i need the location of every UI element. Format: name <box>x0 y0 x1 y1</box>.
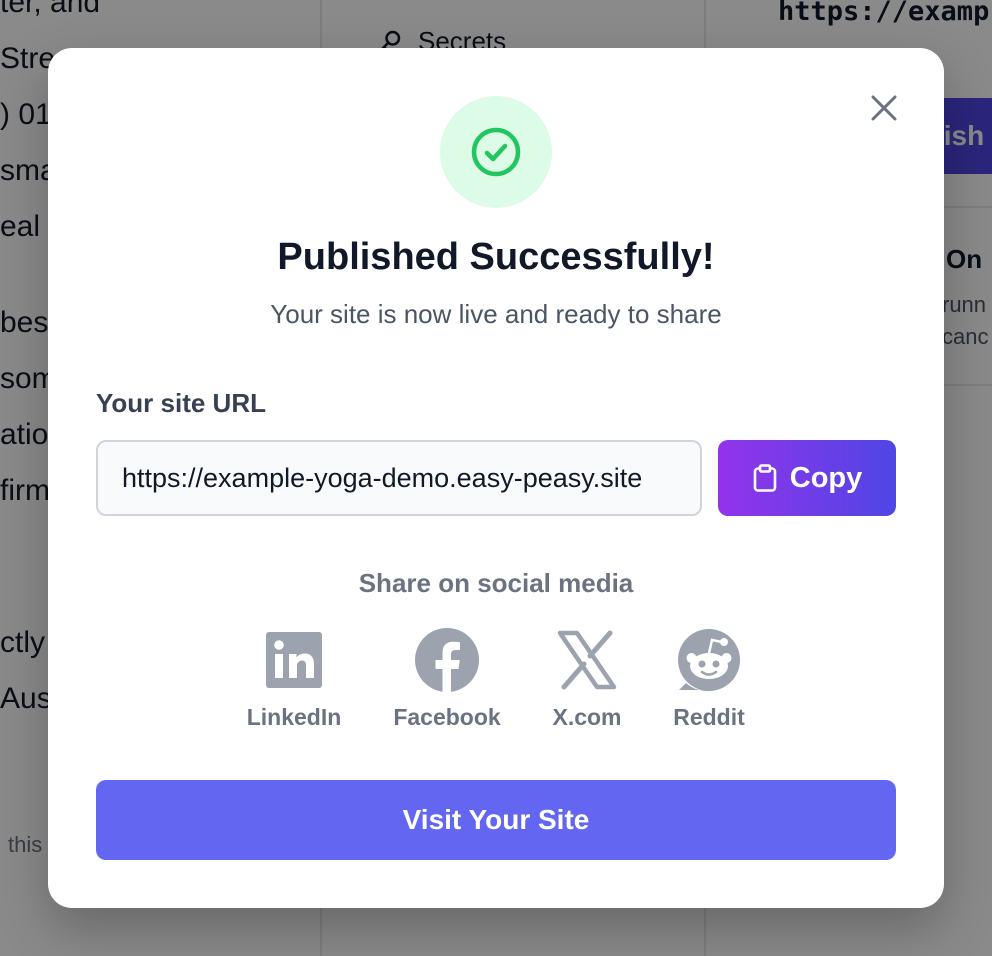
check-circle-icon <box>471 127 521 177</box>
copy-label: Copy <box>789 461 863 494</box>
copy-button[interactable]: Copy <box>718 440 896 516</box>
share-reddit-label: Reddit <box>673 704 745 730</box>
x-icon <box>555 628 619 692</box>
reddit-icon <box>677 628 741 692</box>
share-linkedin-button[interactable]: LinkedIn <box>246 628 342 731</box>
share-heading: Share on social media <box>358 568 634 598</box>
close-button[interactable] <box>866 90 902 126</box>
share-x-label: X.com <box>552 704 622 730</box>
site-url-label: Your site URL <box>96 388 266 418</box>
linkedin-icon <box>262 628 326 692</box>
modal-title: Published Successfully! <box>277 236 715 278</box>
share-facebook-button[interactable]: Facebook <box>390 628 504 731</box>
share-reddit-button[interactable]: Reddit <box>670 628 748 731</box>
visit-site-button[interactable]: Visit Your Site <box>96 780 896 860</box>
share-facebook-label: Facebook <box>393 704 501 730</box>
modal-subtitle: Your site is now live and ready to share <box>270 299 722 329</box>
clipboard-icon <box>753 464 777 492</box>
facebook-icon <box>415 628 479 692</box>
success-badge <box>440 96 552 208</box>
share-linkedin-label: LinkedIn <box>246 704 342 730</box>
share-x-button[interactable]: X.com <box>550 628 624 731</box>
site-url-field[interactable] <box>96 440 702 516</box>
close-icon <box>871 95 897 121</box>
